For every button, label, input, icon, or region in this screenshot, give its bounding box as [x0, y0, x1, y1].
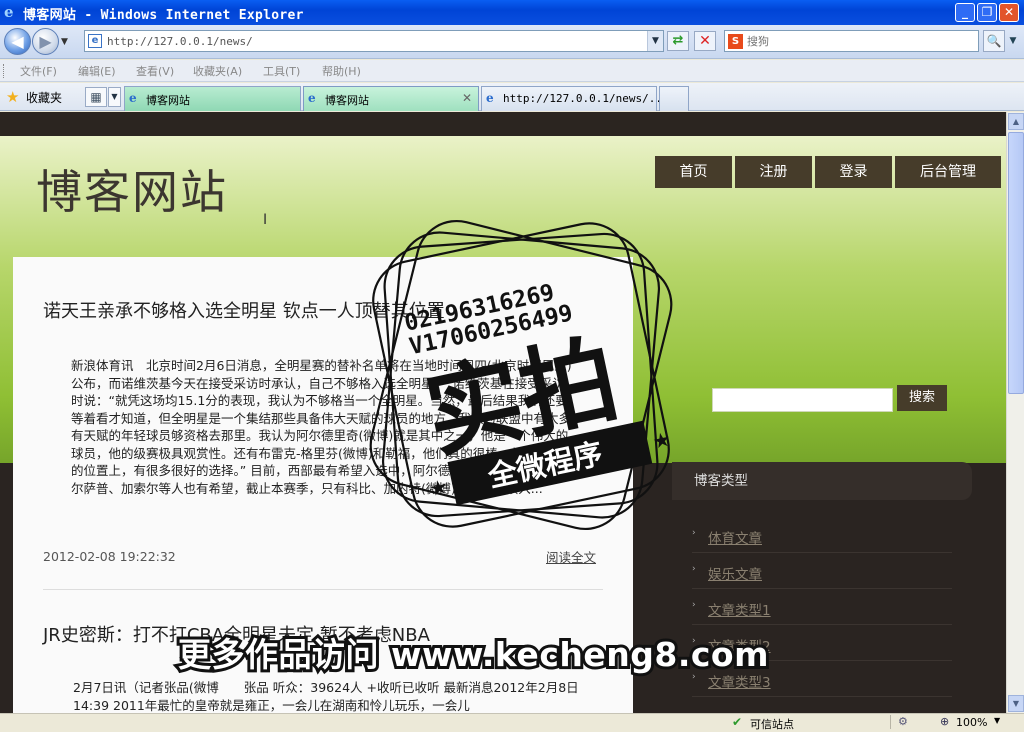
vertical-scrollbar[interactable]: ▲ ▼ — [1006, 112, 1024, 713]
bullet-arrow-icon: › — [692, 564, 696, 574]
tab-news-url[interactable]: e http://127.0.0.1/news/... — [481, 86, 669, 111]
history-dropdown-icon[interactable]: ▼ — [61, 37, 68, 47]
category-item[interactable]: › 娱乐文章 — [692, 555, 952, 589]
toolbar-grip — [3, 64, 6, 78]
address-bar[interactable]: e http://127.0.0.1/news/ ▼ — [84, 30, 664, 52]
scroll-down-icon[interactable]: ▼ — [1008, 695, 1024, 712]
menu-favorites[interactable]: 收藏夹(A) — [193, 63, 242, 79]
search-box[interactable]: S — [724, 30, 979, 52]
title-bar: e 博客网站 - Windows Internet Explorer _ ❐ ✕ — [0, 0, 1024, 25]
categories-header: 博客类型 — [672, 462, 972, 500]
menu-file[interactable]: 文件(F) — [20, 63, 57, 79]
tab-label: 博客网站 — [325, 94, 369, 107]
post-date: 2012-02-08 19:22:32 — [43, 549, 176, 564]
back-button[interactable]: ◀ — [4, 28, 31, 55]
menu-view[interactable]: 查看(V) — [136, 63, 174, 79]
zoom-level[interactable]: 100% — [956, 716, 987, 729]
page-icon: e — [88, 34, 102, 48]
menu-bar: 文件(F) 编辑(E) 查看(V) 收藏夹(A) 工具(T) 帮助(H) — [0, 60, 1024, 82]
quick-tabs-icon[interactable]: ▦ — [85, 87, 107, 107]
bullet-arrow-icon: › — [692, 528, 696, 538]
tab-close-icon[interactable]: ✕ — [462, 91, 472, 105]
post-title[interactable]: 诺天王亲承不够格入选全明星 钦点一人顶替其位置 — [43, 297, 445, 323]
nav-home[interactable]: 首页 — [655, 156, 732, 188]
category-link[interactable]: 娱乐文章 — [708, 563, 762, 583]
restore-button[interactable]: ❐ — [977, 3, 997, 22]
search-options-dropdown-icon[interactable]: ▼ — [1006, 30, 1020, 52]
text-cursor-icon: I — [263, 212, 268, 228]
scroll-up-icon[interactable]: ▲ — [1008, 113, 1024, 130]
tab-label: 博客网站 — [146, 94, 190, 107]
search-go-icon[interactable]: 🔍 — [983, 30, 1005, 52]
trusted-check-icon: ✔ — [732, 715, 743, 729]
post-divider — [43, 589, 603, 590]
page-top-strip — [0, 112, 1006, 136]
read-more-link[interactable]: 阅读全文 — [546, 547, 596, 566]
sogou-logo-icon: S — [728, 34, 743, 49]
post-excerpt: 新浪体育讯 北京时间2月6日消息，全明星赛的替补名单将在当地时间周四(北京时间周… — [71, 358, 576, 496]
status-bar: ✔ 可信站点 ⚙ ⊕ 100% ▼ — [0, 713, 1024, 731]
post-excerpt: 2月7日讯（记者张品(微博 张品 听众：39624人 +收听已收听 最新消息20… — [73, 680, 579, 713]
close-button[interactable]: ✕ — [999, 3, 1019, 22]
zoom-icon[interactable]: ⊕ — [940, 715, 949, 728]
menu-tools[interactable]: 工具(T) — [263, 63, 300, 79]
zoom-dropdown-icon[interactable]: ▼ — [994, 716, 1000, 725]
menu-help[interactable]: 帮助(H) — [322, 63, 361, 79]
menu-edit[interactable]: 编辑(E) — [78, 63, 116, 79]
favorites-button[interactable]: 收藏夹 — [26, 89, 62, 106]
nav-register[interactable]: 注册 — [735, 156, 812, 188]
nav-login[interactable]: 登录 — [815, 156, 892, 188]
site-search-input[interactable] — [712, 388, 893, 412]
forward-button[interactable]: ▶ — [32, 28, 59, 55]
address-dropdown-icon[interactable]: ▼ — [647, 31, 663, 51]
category-item[interactable]: › 文章类型1 — [692, 591, 952, 625]
tab-list-dropdown-icon[interactable]: ▼ — [108, 87, 121, 107]
category-link[interactable]: 文章类型1 — [708, 599, 771, 619]
tab-ie-icon: e — [129, 91, 137, 105]
tab-ie-icon: e — [308, 91, 316, 105]
new-tab-button[interactable] — [659, 86, 689, 111]
window-title: 博客网站 - Windows Internet Explorer — [23, 8, 304, 23]
security-zone: 可信站点 — [750, 718, 794, 731]
navigation-bar: ◀ ▶ ▼ e http://127.0.0.1/news/ ▼ ⇄ ✕ S 🔍… — [0, 25, 1024, 59]
watermark-url-text: 更多作品访问 www.kecheng8.com — [175, 632, 771, 677]
tab-bar: ★ 收藏夹 ▦ ▼ e 博客网站 e 博客网站 ✕ e http://127.0… — [0, 83, 1024, 111]
ie-logo-icon: e — [4, 3, 14, 21]
minimize-button[interactable]: _ — [955, 3, 975, 22]
ie-window: e 博客网站 - Windows Internet Explorer _ ❐ ✕… — [0, 0, 1024, 731]
search-input[interactable] — [747, 33, 972, 49]
favorites-star-icon[interactable]: ★ — [6, 88, 19, 106]
site-search-button[interactable]: 搜索 — [897, 385, 947, 411]
protected-mode-icon[interactable]: ⚙ — [898, 715, 908, 728]
nav-admin[interactable]: 后台管理 — [895, 156, 1001, 188]
site-title[interactable]: 博客网站 — [36, 156, 228, 222]
address-url[interactable]: http://127.0.0.1/news/ — [107, 35, 253, 48]
tab-ie-icon: e — [486, 91, 494, 105]
tab-blog-2[interactable]: e 博客网站 ✕ — [303, 86, 479, 111]
page-viewport: 博客网站 I 首页 注册 登录 后台管理 诺天王亲承不够格入选全明星 钦点一人顶… — [0, 112, 1006, 713]
category-link[interactable]: 体育文章 — [708, 527, 762, 547]
tab-blog-1[interactable]: e 博客网站 — [124, 86, 301, 111]
bullet-arrow-icon: › — [692, 600, 696, 610]
status-separator — [890, 715, 891, 729]
tab-label: http://127.0.0.1/news/... — [503, 92, 669, 105]
refresh-button[interactable]: ⇄ — [667, 31, 689, 51]
category-item[interactable]: › 体育文章 — [692, 519, 952, 553]
stop-button[interactable]: ✕ — [694, 31, 716, 51]
scroll-thumb[interactable] — [1008, 132, 1024, 394]
